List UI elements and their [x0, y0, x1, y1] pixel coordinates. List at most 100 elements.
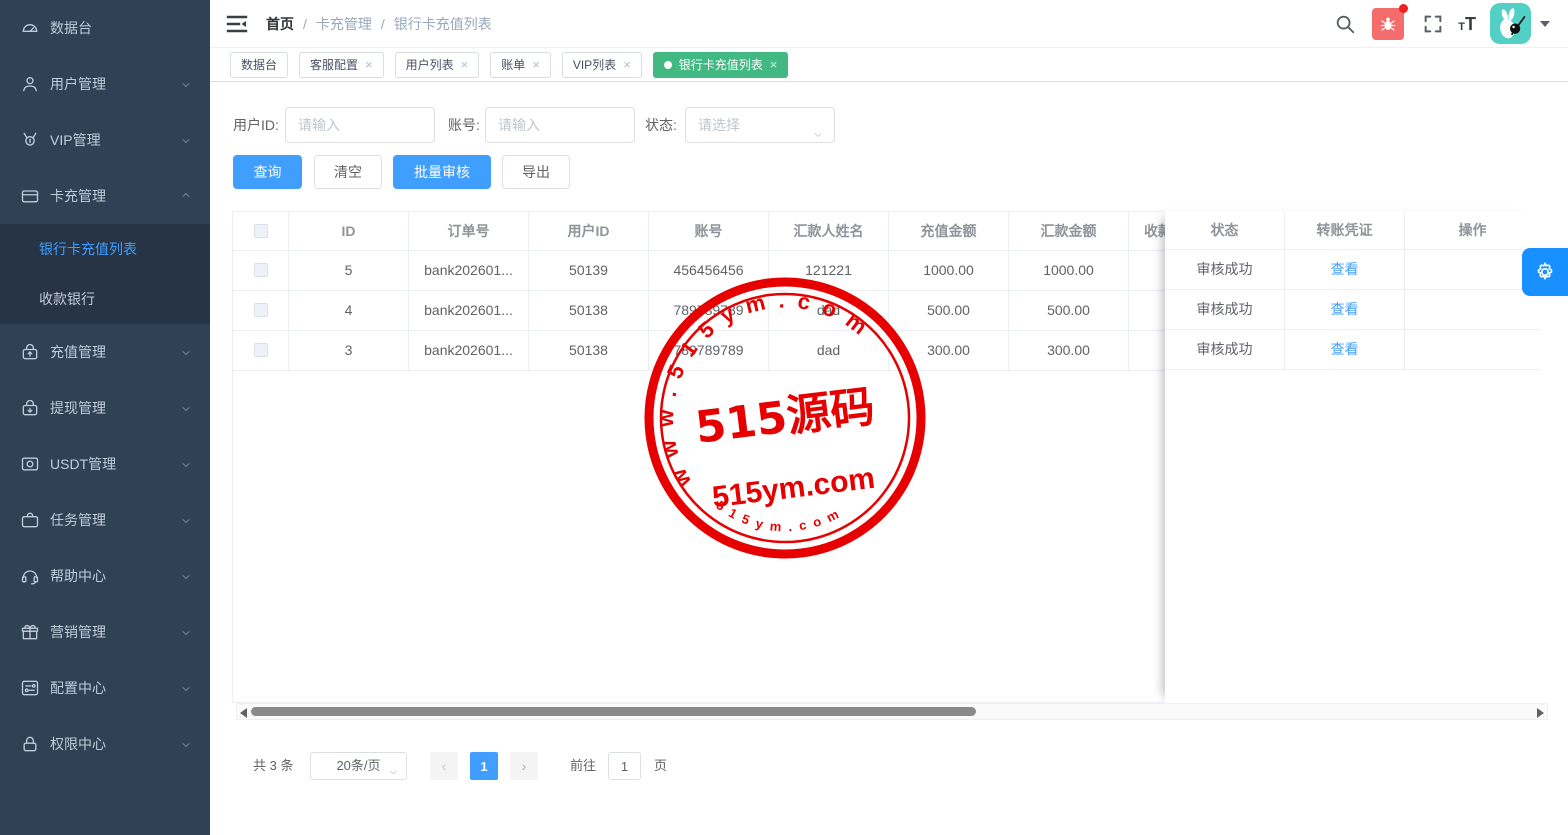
- bag-down-icon: [20, 398, 40, 418]
- sidebar-item-bank-card-list[interactable]: 银行卡充值列表: [0, 224, 210, 274]
- sidebar-item-label: 卡充管理: [50, 186, 106, 206]
- cell-recharge-amount: 1000.00: [889, 251, 1009, 290]
- lock-icon: [20, 734, 40, 754]
- cell-order-no: bank202601...: [409, 251, 529, 290]
- bug-report-button[interactable]: [1372, 8, 1404, 40]
- sidebar-submenu-card-recharge: 银行卡充值列表 收款银行: [0, 224, 210, 324]
- chevron-down-icon: [388, 761, 399, 772]
- sidebar-item-label: 配置中心: [50, 678, 106, 698]
- next-page-button[interactable]: ›: [510, 752, 538, 780]
- view-voucher-link[interactable]: 查看: [1331, 261, 1359, 277]
- tab-dashboard[interactable]: 数据台: [230, 52, 288, 78]
- close-icon[interactable]: ×: [461, 58, 469, 71]
- breadcrumb-home[interactable]: 首页: [266, 14, 294, 34]
- account-input[interactable]: [485, 107, 635, 143]
- admin-app: 数据台 用户管理 VIP管理 卡充管理 银行卡充值列表 收款银行: [0, 0, 1568, 835]
- notification-dot: [1399, 4, 1408, 13]
- sidebar-item-receiving-bank[interactable]: 收款银行: [0, 274, 210, 324]
- user-icon: [20, 74, 40, 94]
- export-button[interactable]: 导出: [502, 155, 570, 189]
- breadcrumb-item: 银行卡充值列表: [394, 14, 492, 34]
- row-checkbox[interactable]: [254, 263, 268, 277]
- breadcrumb-item[interactable]: 卡充管理: [316, 14, 372, 34]
- sidebar-item-config[interactable]: 配置中心: [0, 660, 210, 716]
- sidebar-fold-icon[interactable]: [225, 12, 249, 36]
- sidebar-item-tasks[interactable]: 任务管理: [0, 492, 210, 548]
- tab-bank-card-list[interactable]: 银行卡充值列表 ×: [653, 52, 789, 78]
- tab-label: 数据台: [241, 56, 277, 73]
- medal-icon: [20, 130, 40, 150]
- status-label: 状态:: [645, 107, 677, 143]
- sidebar-item-permissions[interactable]: 权限中心: [0, 716, 210, 772]
- cell-order-no: bank202601...: [409, 331, 529, 370]
- horizontal-scrollbar[interactable]: [236, 703, 1548, 720]
- table-settings-button[interactable]: [1522, 248, 1568, 296]
- sidebar-item-recharge[interactable]: 充值管理: [0, 324, 210, 380]
- bug-icon: [1379, 15, 1397, 33]
- tab-label: 账单: [501, 56, 525, 73]
- cell-operation: [1405, 250, 1540, 289]
- cell-account: 789789789: [649, 291, 769, 330]
- tab-vip-list[interactable]: VIP列表×: [562, 52, 642, 78]
- breadcrumb-separator: /: [381, 16, 385, 32]
- sidebar-item-withdraw[interactable]: 提现管理: [0, 380, 210, 436]
- tab-label: 用户列表: [406, 56, 454, 73]
- select-all-checkbox[interactable]: [254, 224, 268, 238]
- chevron-down-icon[interactable]: [1540, 21, 1550, 27]
- sidebar-item-label: 营销管理: [50, 622, 106, 642]
- tab-label: 客服配置: [310, 56, 358, 73]
- cell-user-id: 50138: [529, 291, 649, 330]
- view-voucher-link[interactable]: 查看: [1331, 341, 1359, 357]
- cell-recharge-amount: 500.00: [889, 291, 1009, 330]
- tab-bills[interactable]: 账单 ×: [490, 52, 551, 78]
- settings-panel-icon: [20, 678, 40, 698]
- status-select[interactable]: 请选择: [685, 107, 835, 143]
- goto-page-input[interactable]: [608, 752, 641, 780]
- close-icon[interactable]: ×: [532, 58, 540, 71]
- chevron-down-icon: [180, 78, 192, 90]
- sidebar-item-help[interactable]: 帮助中心: [0, 548, 210, 604]
- cell-remit-amount: 500.00: [1009, 291, 1129, 330]
- batch-audit-button[interactable]: 批量审核: [393, 155, 491, 189]
- gift-icon: [20, 622, 40, 642]
- tab-user-list[interactable]: 用户列表 ×: [395, 52, 480, 78]
- cell-operation: [1405, 290, 1540, 329]
- scroll-right-arrow-icon[interactable]: [1537, 708, 1544, 718]
- row-checkbox[interactable]: [254, 343, 268, 357]
- close-icon[interactable]: ×: [770, 58, 778, 71]
- scrollbar-thumb[interactable]: [251, 707, 976, 716]
- view-voucher-link[interactable]: 查看: [1331, 301, 1359, 317]
- sidebar-item-card-recharge[interactable]: 卡充管理: [0, 168, 210, 224]
- close-icon[interactable]: ×: [365, 58, 373, 71]
- col-order-no: 订单号: [409, 212, 529, 250]
- page-size-select[interactable]: 20条/页: [310, 752, 407, 780]
- chevron-down-icon: [812, 119, 824, 131]
- sidebar-item-label: 权限中心: [50, 734, 106, 754]
- briefcase-icon: [20, 510, 40, 530]
- cell-id: 3: [289, 331, 409, 370]
- prev-page-button[interactable]: ‹: [430, 752, 458, 780]
- search-icon[interactable]: [1334, 13, 1356, 35]
- avatar[interactable]: [1490, 3, 1531, 44]
- font-size-icon[interactable]: TT: [1458, 15, 1476, 33]
- status-badge: 审核成功: [1165, 330, 1285, 369]
- sidebar-item-dashboard[interactable]: 数据台: [0, 0, 210, 56]
- clear-button[interactable]: 清空: [314, 155, 382, 189]
- search-button[interactable]: 查询: [233, 155, 302, 189]
- sidebar-item-usdt[interactable]: USDT管理: [0, 436, 210, 492]
- current-page-button[interactable]: 1: [470, 752, 498, 780]
- row-checkbox[interactable]: [254, 303, 268, 317]
- cell-remit-amount: 300.00: [1009, 331, 1129, 370]
- sidebar-item-users[interactable]: 用户管理: [0, 56, 210, 112]
- sidebar-item-marketing[interactable]: 营销管理: [0, 604, 210, 660]
- col-user-id: 用户ID: [529, 212, 649, 250]
- sidebar-item-vip[interactable]: VIP管理: [0, 112, 210, 168]
- scroll-left-arrow-icon[interactable]: [240, 708, 247, 718]
- main-content: 用户ID: 账号: 状态: 请选择 查询 清空 批量审核 导出 ID 订单号 用…: [210, 82, 1568, 835]
- tab-label: 银行卡充值列表: [679, 56, 763, 73]
- user-id-input[interactable]: [285, 107, 435, 143]
- user-id-label: 用户ID:: [233, 107, 279, 143]
- fullscreen-icon[interactable]: [1422, 13, 1444, 35]
- close-icon[interactable]: ×: [623, 58, 631, 71]
- tab-customer-service[interactable]: 客服配置 ×: [299, 52, 384, 78]
